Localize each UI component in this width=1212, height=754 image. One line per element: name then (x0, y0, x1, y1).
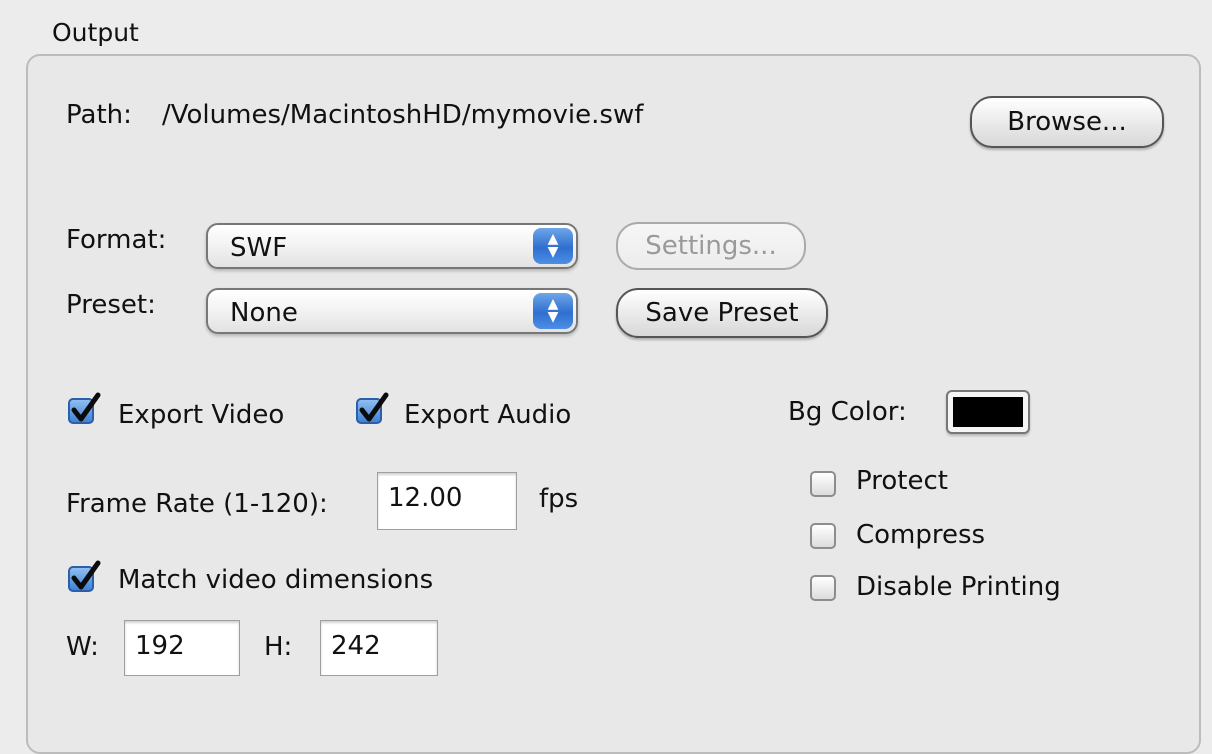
format-select-value: SWF (230, 233, 288, 263)
path-value: /Volumes/MacintoshHD/mymovie.swf (162, 100, 644, 130)
disable-printing-label: Disable Printing (856, 572, 1061, 602)
width-input[interactable]: 192 (124, 620, 240, 676)
match-dimensions-label: Match video dimensions (118, 565, 434, 595)
match-dimensions-checkbox[interactable] (68, 560, 101, 592)
format-select[interactable]: SWF ▲ ▼ (206, 223, 578, 269)
disable-printing-checkbox[interactable] (810, 575, 836, 601)
format-label: Format: (66, 225, 167, 255)
export-video-checkbox[interactable] (68, 392, 101, 424)
settings-button[interactable]: Settings... (616, 222, 806, 270)
compress-checkbox[interactable] (810, 523, 836, 549)
preset-select-value: None (230, 298, 298, 328)
export-audio-checkbox[interactable] (356, 392, 389, 424)
width-value: 192 (135, 631, 185, 661)
bg-color-label: Bg Color: (788, 397, 907, 427)
protect-checkbox[interactable] (810, 471, 836, 497)
frame-rate-value: 12.00 (388, 483, 463, 513)
save-preset-button[interactable]: Save Preset (616, 288, 828, 338)
path-label: Path: (66, 100, 132, 130)
updown-arrows-icon: ▲ ▼ (533, 228, 573, 264)
height-value: 242 (331, 631, 381, 661)
export-video-label: Export Video (118, 400, 285, 430)
protect-label: Protect (856, 466, 948, 496)
checkmark-icon (71, 560, 101, 590)
export-audio-label: Export Audio (404, 400, 572, 430)
height-input[interactable]: 242 (320, 620, 438, 676)
output-group-title: Output (52, 18, 139, 47)
height-label: H: (264, 632, 293, 662)
width-label: W: (66, 632, 99, 662)
checkmark-icon (359, 392, 389, 422)
frame-rate-label: Frame Rate (1-120): (66, 489, 328, 519)
preset-label: Preset: (66, 290, 156, 320)
compress-label: Compress (856, 520, 986, 550)
frame-rate-input[interactable]: 12.00 (377, 472, 517, 530)
fps-unit-label: fps (539, 484, 579, 514)
bg-color-swatch[interactable] (946, 390, 1030, 434)
checkmark-icon (71, 392, 101, 422)
browse-button[interactable]: Browse... (970, 96, 1164, 148)
updown-arrows-icon: ▲ ▼ (533, 293, 573, 329)
bg-color-fill (953, 397, 1023, 427)
preset-select[interactable]: None ▲ ▼ (206, 288, 578, 334)
